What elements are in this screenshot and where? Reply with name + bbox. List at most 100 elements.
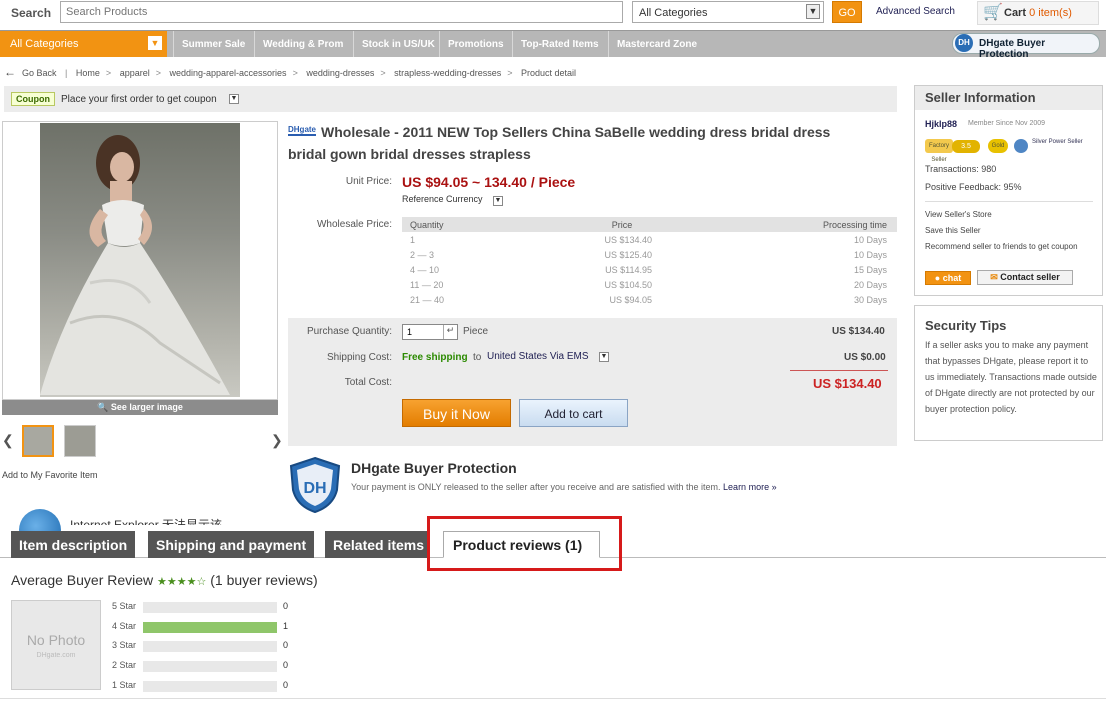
table-row: 11 — 20 US $104.50 20 Days [402, 277, 897, 292]
breadcrumb-wedding-dresses[interactable]: wedding-dresses [306, 68, 374, 78]
save-seller-link[interactable]: Save this Seller [925, 226, 981, 235]
breadcrumb-home[interactable]: Home [76, 68, 100, 78]
star-level-fill [143, 622, 277, 633]
chevron-down-icon[interactable]: ▼ [229, 94, 239, 104]
add-favorite-link[interactable]: Add to My Favorite Item [2, 470, 98, 480]
table-cell: US $104.50 [604, 280, 652, 290]
nav-tab-wedding-prom[interactable]: Wedding & Prom [254, 31, 351, 57]
learn-more-link[interactable]: Learn more » [723, 482, 777, 492]
shield-icon: DH [288, 456, 342, 514]
chevron-left-icon[interactable]: ❮ [2, 432, 14, 449]
nav-tab-promotions[interactable]: Promotions [439, 31, 512, 57]
see-larger-image-button[interactable]: 🔍 See larger image [2, 400, 278, 415]
purchase-quantity-label: Purchase Quantity: [306, 326, 392, 337]
average-review-label: Average Buyer Review [11, 572, 154, 588]
star-level-count: 0 [283, 660, 289, 670]
table-cell: 4 — 10 [410, 265, 440, 275]
unit-price-label: Unit Price: [345, 176, 392, 187]
cart-label: Cart [1004, 7, 1027, 19]
chevron-down-icon[interactable]: ▼ [148, 36, 162, 50]
coupon-text[interactable]: Place your first order to get coupon [61, 94, 217, 105]
nav-tab-mastercard[interactable]: Mastercard Zone [608, 31, 705, 57]
table-cell: 20 Days [853, 280, 887, 290]
go-back-link[interactable]: Go Back [22, 68, 57, 78]
highlight-box [427, 516, 622, 571]
chevron-down-icon[interactable]: ▼ [493, 196, 503, 206]
all-categories-menu[interactable]: All Categories [0, 31, 167, 57]
star-rating-icon: ★★★★☆ [157, 576, 207, 588]
reference-currency-select[interactable]: Reference Currency [402, 194, 483, 204]
shipping-cost-value: US $0.00 [844, 352, 886, 363]
star-level-bar [143, 681, 277, 692]
table-cell: US $125.40 [604, 250, 652, 260]
chat-button[interactable]: ● chat [925, 271, 971, 285]
recommend-seller-link[interactable]: Recommend seller to friends to get coupo… [925, 241, 1080, 252]
chevron-down-icon[interactable]: ▼ [599, 352, 609, 362]
review-count: (1 buyer reviews) [210, 572, 318, 588]
view-store-link[interactable]: View Seller's Store [925, 210, 992, 219]
advanced-search-link[interactable]: Advanced Search [876, 6, 955, 17]
buyer-protection-link[interactable]: DHgate Buyer Protection [952, 33, 1100, 60]
table-cell: US $134.40 [604, 235, 652, 245]
nav-tab-top-rated[interactable]: Top-Rated Items [512, 31, 607, 57]
star-level-count: 0 [283, 601, 289, 611]
table-cell: 21 — 40 [410, 295, 445, 305]
product-title: Wholesale - 2011 NEW Top Sellers China S… [288, 124, 831, 162]
total-cost-value: US $134.40 [813, 376, 882, 391]
thumbnail-1[interactable] [22, 425, 54, 457]
table-cell: 15 Days [853, 265, 887, 275]
breadcrumb-strapless[interactable]: strapless-wedding-dresses [394, 68, 501, 78]
table-header: Quantity Price Processing time [402, 217, 897, 232]
buyer-protection-desc: Your payment is ONLY released to the sel… [351, 482, 721, 492]
wholesale-price-label: Wholesale Price: [316, 219, 392, 230]
thumbnail-2[interactable] [64, 425, 96, 457]
table-cell: 11 — 20 [410, 280, 444, 290]
product-photo[interactable] [40, 123, 240, 397]
seller-info-header: Seller Information [915, 86, 1102, 110]
col-quantity: Quantity [410, 220, 444, 230]
security-tips-text: If a seller asks you to make any payment… [925, 340, 1097, 414]
chevron-down-icon[interactable]: ▼ [806, 4, 820, 19]
add-to-cart-button[interactable]: Add to cart [519, 399, 628, 427]
table-row: 1 US $134.40 10 Days [402, 232, 897, 247]
chevron-right-icon[interactable]: ❯ [271, 432, 283, 449]
go-button[interactable]: GO [832, 1, 862, 23]
nav-tab-summer-sale[interactable]: Summer Sale [173, 31, 253, 57]
enter-icon[interactable]: ↵ [443, 325, 457, 339]
breadcrumb-apparel[interactable]: apparel [120, 68, 150, 78]
table-cell: US $114.95 [605, 265, 652, 275]
divider [790, 370, 888, 371]
back-arrow-icon[interactable]: ← [4, 65, 16, 79]
breadcrumb-wedding-apparel[interactable]: wedding-apparel-accessories [170, 68, 287, 78]
chat-label: chat [942, 273, 962, 283]
shipping-destination-select[interactable]: United States Via EMS [487, 351, 589, 362]
buy-now-button[interactable]: Buy it Now [402, 399, 511, 427]
tab-shipping-payment[interactable]: Shipping and payment [148, 531, 315, 558]
search-input[interactable] [60, 1, 623, 23]
contact-seller-button[interactable]: ✉ Contact seller [977, 270, 1073, 285]
cart-link[interactable]: Cart 0 item(s) [1004, 7, 1072, 19]
star-level-label: 4 Star [112, 621, 137, 631]
divider [0, 698, 1106, 699]
star-level-label: 5 Star [112, 601, 137, 611]
subtotal-value: US $134.40 [832, 326, 885, 337]
star-level-label: 3 Star [112, 640, 137, 650]
star-level-label: 1 Star [112, 680, 137, 690]
cart-icon[interactable]: 🛒 [983, 2, 1003, 22]
seller-name-link[interactable]: Hjklp88 [925, 119, 957, 129]
total-cost-label: Total Cost: [344, 377, 392, 388]
nav-tab-stock-us-uk[interactable]: Stock in US/UK [353, 31, 443, 57]
star-level-count: 0 [283, 640, 289, 650]
table-cell: 1 [410, 235, 416, 245]
cart-count: 0 item(s) [1029, 7, 1072, 19]
chat-icon: ● [934, 273, 943, 283]
col-price: Price [611, 220, 633, 230]
star-level-bar [143, 622, 277, 633]
buyer-protection-title: DHgate Buyer Protection [351, 460, 517, 476]
seller-transactions: Transactions: 980 [925, 164, 997, 174]
gold-medal-icon: Gold [988, 139, 1008, 153]
category-select[interactable]: All Categories [632, 1, 824, 23]
tab-related-items[interactable]: Related items [325, 531, 428, 558]
tab-item-description[interactable]: Item description [11, 531, 136, 558]
zoom-icon: 🔍 [97, 402, 111, 412]
